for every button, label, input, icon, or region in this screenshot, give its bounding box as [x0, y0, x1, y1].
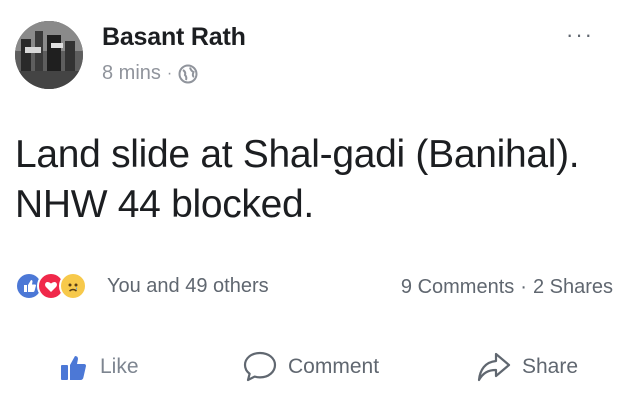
shares-count[interactable]: 2 Shares: [533, 276, 613, 299]
comments-count[interactable]: 9 Comments: [401, 276, 514, 299]
sad-reaction-icon: [59, 272, 87, 300]
post-text: Land slide at Shal-gadi (Banihal). NHW 4…: [15, 133, 580, 226]
reaction-icons: [15, 270, 103, 302]
engagement-counts: 9 Comments · 2 Shares: [401, 276, 613, 299]
avatar-image: [15, 21, 83, 89]
thumbs-up-icon: [61, 356, 86, 380]
post-actions-bar: Like Comment Share: [0, 345, 631, 389]
meta-separator: ·: [166, 64, 173, 82]
comment-icon: [243, 351, 277, 382]
like-label: Like: [100, 355, 139, 378]
comment-button[interactable]: Comment: [242, 345, 379, 389]
author-name[interactable]: Basant Rath: [102, 23, 246, 52]
facebook-post: Basant Rath 8 mins · ··· Land slide at S…: [0, 0, 631, 400]
share-button[interactable]: Share: [476, 345, 578, 389]
post-timestamp[interactable]: 8 mins: [102, 62, 161, 85]
reactions-summary[interactable]: You and 49 others: [15, 270, 269, 302]
post-meta: 8 mins ·: [102, 62, 198, 85]
more-options-button[interactable]: ···: [566, 24, 594, 46]
avatar[interactable]: [15, 21, 83, 89]
globe-icon[interactable]: [178, 64, 198, 84]
comment-label: Comment: [288, 355, 380, 378]
counts-separator: ·: [520, 276, 527, 298]
like-button[interactable]: Like: [58, 345, 139, 389]
share-icon: [477, 352, 511, 382]
reaction-count-text[interactable]: You and 49 others: [107, 275, 269, 298]
share-label: Share: [522, 355, 579, 378]
